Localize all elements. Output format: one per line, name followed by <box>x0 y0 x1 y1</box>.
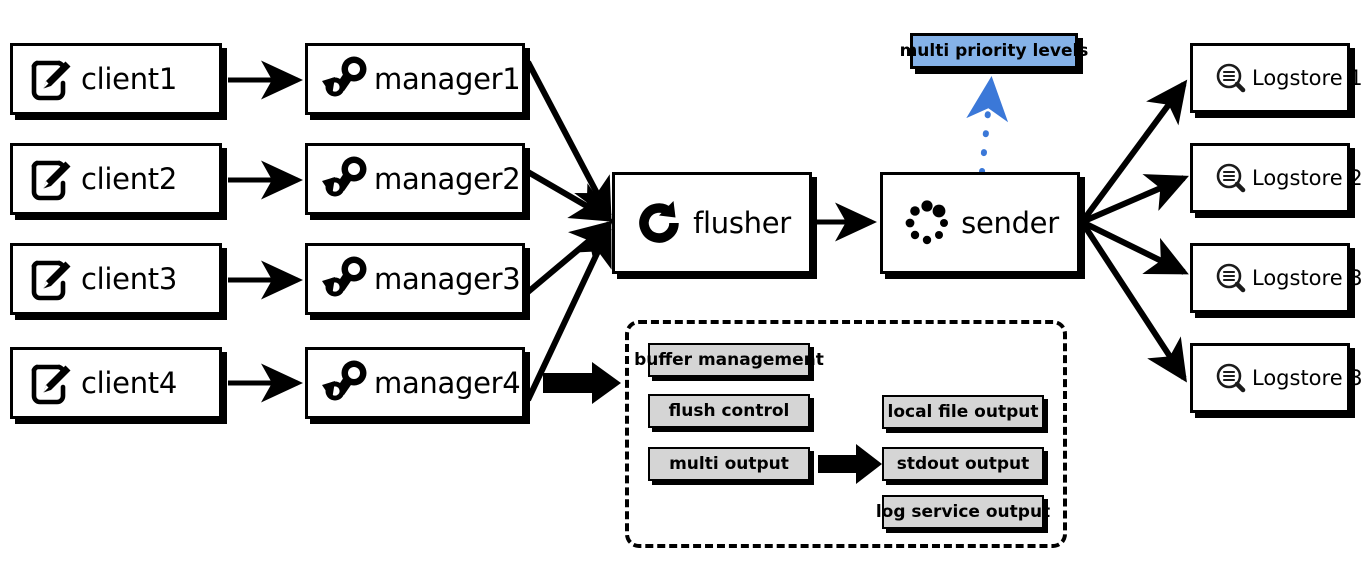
logstore-node-label: Logstore 3 <box>1252 366 1363 390</box>
logstore-node-label: Logstore 2 <box>1252 166 1363 190</box>
manager-node-label: manager3 <box>374 262 521 296</box>
steam-valve-icon <box>322 360 367 401</box>
sender-to-logstore-arrows <box>1079 79 1189 383</box>
edit-document-icon <box>31 60 71 101</box>
manager-node-label: manager4 <box>374 366 521 400</box>
refresh-circular-arrow-icon <box>639 201 679 243</box>
logstore-node-2[interactable]: Logstore 2 <box>1190 143 1363 213</box>
steam-valve-icon <box>322 256 367 297</box>
logstore-node-4[interactable]: Logstore 3 <box>1190 343 1363 413</box>
log-search-icon <box>1216 363 1246 393</box>
client-node-1[interactable]: client1 <box>10 43 222 115</box>
edit-document-icon <box>31 260 71 301</box>
chip-flush-control[interactable]: flush control <box>648 394 810 428</box>
log-search-icon <box>1216 63 1246 93</box>
client-node-4[interactable]: client4 <box>10 347 222 419</box>
sender-node[interactable]: sender <box>880 172 1080 274</box>
chip-label: flush control <box>668 401 790 421</box>
client-node-label: client3 <box>81 262 178 296</box>
client-node-2[interactable]: client2 <box>10 143 222 215</box>
logstore-node-label: Logstore 1 <box>1252 66 1363 90</box>
flusher-label: flusher <box>693 206 791 240</box>
chip-label: stdout output <box>896 454 1030 474</box>
client-to-manager-arrows <box>228 60 303 403</box>
chip-label: buffer management <box>634 350 824 370</box>
manager-node-2[interactable]: manager2 <box>305 143 525 215</box>
sender-label: sender <box>961 206 1059 240</box>
manager-node-label: manager2 <box>374 162 521 196</box>
priority-levels-dotted-arrow <box>966 76 1009 175</box>
callout-label: multi priority levels <box>899 41 1089 61</box>
steam-valve-icon <box>322 156 367 197</box>
chip-label: log service output <box>875 502 1051 522</box>
manager-node-1[interactable]: manager1 <box>305 43 525 115</box>
client-node-3[interactable]: client3 <box>10 243 222 315</box>
chip-log-service-output[interactable]: log service output <box>876 495 1050 529</box>
flusher-node[interactable]: flusher <box>612 172 812 274</box>
steam-valve-icon <box>322 56 367 97</box>
client-node-label: client2 <box>81 162 178 196</box>
chip-label: multi output <box>669 454 789 474</box>
spinner-dots-icon <box>905 200 949 245</box>
manager-node-label: manager1 <box>374 62 521 96</box>
edit-document-icon <box>31 160 71 201</box>
chip-stdout-output[interactable]: stdout output <box>882 447 1044 481</box>
logstore-node-3[interactable]: Logstore 3 <box>1190 243 1363 313</box>
diagram-canvas: client1 client2 client3 client4 manager1… <box>0 0 1367 563</box>
chip-multi-output[interactable]: multi output <box>648 447 810 481</box>
manager-node-3[interactable]: manager3 <box>305 243 525 315</box>
chip-local-file-output[interactable]: local file output <box>882 395 1044 429</box>
manager4-to-details-arrow <box>543 362 621 404</box>
client-node-label: client4 <box>81 366 178 400</box>
manager-to-flusher-arrows <box>525 60 614 402</box>
manager-node-4[interactable]: manager4 <box>305 347 525 419</box>
client-node-label: client1 <box>81 62 178 96</box>
logstore-node-label: Logstore 3 <box>1252 266 1363 290</box>
log-search-icon <box>1216 263 1246 293</box>
edit-document-icon <box>31 364 71 405</box>
chip-buffer-management[interactable]: buffer management <box>634 343 824 377</box>
log-search-icon <box>1216 163 1246 193</box>
multi-priority-levels-callout[interactable]: multi priority levels <box>900 33 1088 69</box>
logstore-node-1[interactable]: Logstore 1 <box>1190 43 1363 113</box>
chip-label: local file output <box>887 402 1039 422</box>
